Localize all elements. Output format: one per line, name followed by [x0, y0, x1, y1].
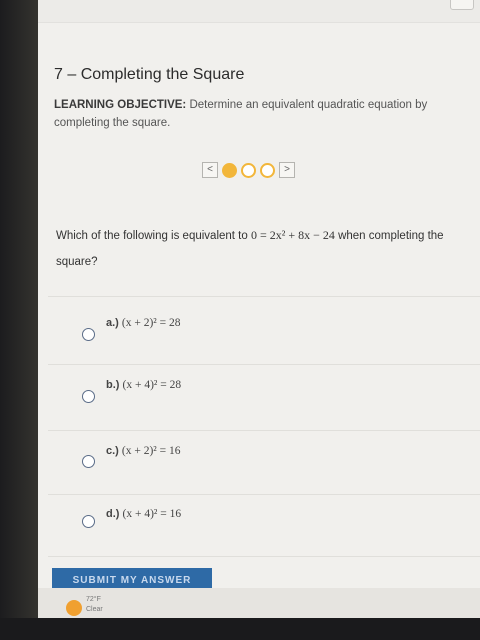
- option-expression: (x + 2)² = 28: [121, 317, 181, 329]
- question-equation: 0 = 2x² + 8x − 24: [250, 228, 335, 242]
- monitor-bezel-bottom: [0, 618, 480, 640]
- chevron-left-icon[interactable]: <: [202, 162, 218, 178]
- option-expression: (x + 2)² = 16: [121, 445, 181, 457]
- chevron-right-icon[interactable]: >: [279, 162, 295, 178]
- progress-dot-3[interactable]: [260, 162, 275, 178]
- option-expression: (x + 4)² = 16: [122, 508, 182, 520]
- monitor-bezel: [0, 0, 38, 640]
- learning-objective: LEARNING OBJECTIVE: Determine an equival…: [54, 96, 464, 132]
- weather-moon-icon[interactable]: [66, 600, 82, 616]
- option-letter: a.): [106, 317, 119, 329]
- browser-viewport: 7 – Completing the Square LEARNING OBJEC…: [38, 0, 480, 620]
- option-label[interactable]: b.) (x + 4)² = 28: [106, 379, 181, 391]
- top-corner-button[interactable]: [450, 0, 474, 10]
- option-expression: (x + 4)² = 28: [122, 379, 182, 391]
- option-letter: d.): [106, 508, 120, 520]
- question-prefix: Which of the following is equivalent to: [56, 230, 251, 242]
- weather-temperature: 72°F: [86, 596, 101, 603]
- progress-dot-1[interactable]: [222, 162, 237, 178]
- objective-label: LEARNING OBJECTIVE:: [54, 99, 187, 111]
- answer-option-a[interactable]: a.) (x + 2)² = 28: [38, 297, 480, 357]
- option-letter: c.): [106, 445, 119, 457]
- radio-button[interactable]: [82, 515, 95, 528]
- lesson-title: 7 – Completing the Square: [54, 66, 245, 83]
- radio-button[interactable]: [82, 455, 95, 468]
- top-strip: [38, 0, 480, 23]
- option-label[interactable]: a.) (x + 2)² = 28: [106, 317, 180, 329]
- submit-answer-button[interactable]: SUBMIT MY ANSWER: [52, 568, 212, 588]
- progress-dot-2[interactable]: [241, 162, 256, 178]
- weather-description: Clear: [86, 606, 103, 613]
- answer-option-d[interactable]: d.) (x + 4)² = 16: [38, 495, 480, 555]
- divider: [48, 556, 480, 557]
- question-progress: < >: [202, 161, 295, 179]
- taskbar: [38, 588, 480, 620]
- answer-option-c[interactable]: c.) (x + 2)² = 16: [38, 431, 480, 491]
- option-letter: b.): [106, 379, 120, 391]
- radio-button[interactable]: [82, 390, 95, 403]
- option-label[interactable]: c.) (x + 2)² = 16: [106, 445, 180, 457]
- question-text: Which of the following is equivalent to …: [56, 222, 466, 275]
- radio-button[interactable]: [82, 328, 95, 341]
- answer-option-b[interactable]: b.) (x + 4)² = 28: [38, 365, 480, 425]
- option-label[interactable]: d.) (x + 4)² = 16: [106, 508, 181, 520]
